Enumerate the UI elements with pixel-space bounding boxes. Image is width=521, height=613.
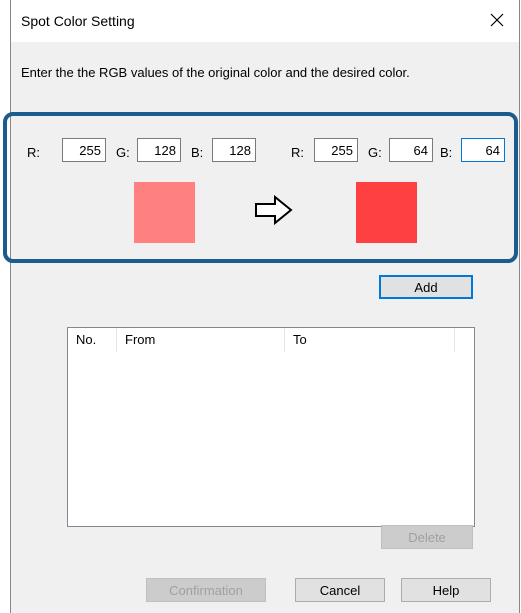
desired-b-label: B: [440, 145, 453, 160]
original-g-label: G: [116, 145, 130, 160]
original-b-input[interactable] [212, 138, 256, 162]
confirmation-button[interactable]: Confirmation [146, 578, 266, 602]
right-arrow-icon [255, 194, 293, 228]
close-button[interactable] [475, 0, 519, 42]
original-b-label: B: [191, 145, 204, 160]
dialog-title: Spot Color Setting [21, 13, 135, 29]
original-color-swatch [134, 182, 195, 243]
desired-color-swatch [356, 182, 417, 243]
close-icon [490, 13, 504, 30]
delete-button[interactable]: Delete [381, 525, 473, 549]
original-g-input[interactable] [137, 138, 181, 162]
list-header: No. From To [68, 328, 474, 352]
color-list[interactable]: No. From To [67, 327, 475, 527]
desired-g-label: G: [368, 145, 382, 160]
instruction-text: Enter the the RGB values of the original… [21, 65, 410, 80]
column-no[interactable]: No. [68, 328, 117, 352]
desired-g-input[interactable] [389, 138, 433, 162]
title-bar: Spot Color Setting [11, 0, 519, 42]
color-entry-highlight [3, 112, 518, 263]
original-r-label: R: [27, 145, 40, 160]
original-r-input[interactable] [62, 138, 106, 162]
desired-r-label: R: [291, 145, 304, 160]
column-from[interactable]: From [117, 328, 285, 352]
desired-b-input[interactable] [461, 138, 505, 162]
help-button[interactable]: Help [401, 578, 491, 602]
desired-r-input[interactable] [314, 138, 358, 162]
spot-color-dialog: Spot Color Setting Enter the the RGB val… [3, 0, 520, 613]
add-button[interactable]: Add [379, 275, 473, 299]
cancel-button[interactable]: Cancel [295, 578, 385, 602]
column-to[interactable]: To [285, 328, 455, 352]
